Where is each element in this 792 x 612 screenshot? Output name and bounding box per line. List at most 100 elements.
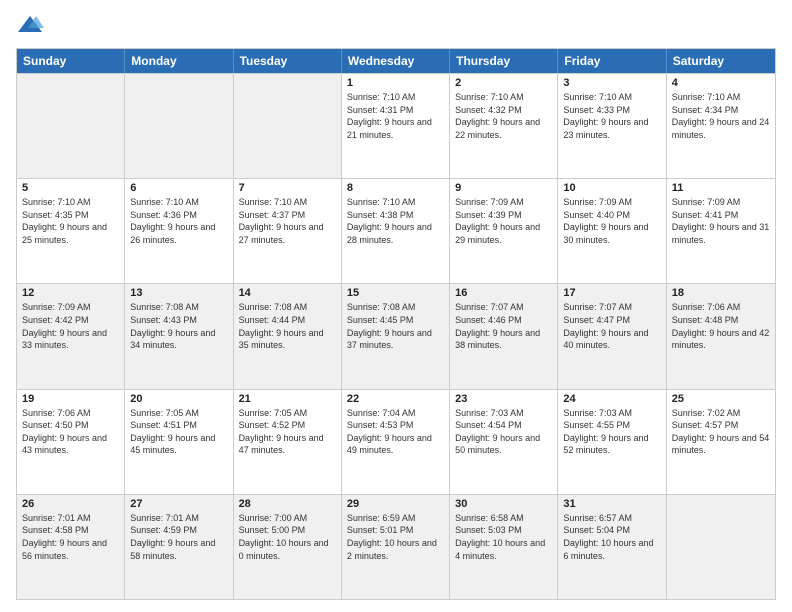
calendar-cell: 28 Sunrise: 7:00 AM Sunset: 5:00 PM Dayli… [234, 495, 342, 599]
cell-info: Sunrise: 7:09 AM Sunset: 4:40 PM Dayligh… [563, 196, 660, 246]
cell-info: Sunrise: 7:10 AM Sunset: 4:37 PM Dayligh… [239, 196, 336, 246]
cell-info: Sunrise: 7:10 AM Sunset: 4:38 PM Dayligh… [347, 196, 444, 246]
day-number: 29 [347, 498, 444, 510]
day-number: 1 [347, 77, 444, 89]
cell-info: Sunrise: 7:03 AM Sunset: 4:54 PM Dayligh… [455, 407, 552, 457]
day-number: 6 [130, 182, 227, 194]
cell-info: Sunrise: 7:10 AM Sunset: 4:35 PM Dayligh… [22, 196, 119, 246]
calendar-cell: 24Sunrise: 7:03 AM Sunset: 4:55 PM Dayli… [558, 390, 666, 494]
day-number: 21 [239, 393, 336, 405]
day-number: 24 [563, 393, 660, 405]
calendar-cell [125, 74, 233, 178]
cell-info: Sunrise: 7:09 AM Sunset: 4:39 PM Dayligh… [455, 196, 552, 246]
calendar-cell: 18 Sunrise: 7:06 AM Sunset: 4:48 PM Dayli… [667, 284, 775, 388]
calendar-cell: 19 Sunrise: 7:06 AM Sunset: 4:50 PM Dayli… [17, 390, 125, 494]
calendar-row: 19 Sunrise: 7:06 AM Sunset: 4:50 PM Dayli… [17, 389, 775, 494]
calendar-row: 26Sunrise: 7:01 AM Sunset: 4:58 PM Dayli… [17, 494, 775, 599]
header [16, 12, 776, 40]
day-number: 11 [672, 182, 770, 194]
day-number: 25 [672, 393, 770, 405]
day-number: 8 [347, 182, 444, 194]
day-number: 13 [130, 287, 227, 299]
calendar-cell: 13 Sunrise: 7:08 AM Sunset: 4:43 PM Dayli… [125, 284, 233, 388]
cell-info: Sunrise: 7:09 AM Sunset: 4:42 PM Dayligh… [22, 301, 119, 351]
weekday-header: Wednesday [342, 49, 450, 73]
cell-info: Sunrise: 7:06 AM Sunset: 4:50 PM Dayligh… [22, 407, 119, 457]
day-number: 2 [455, 77, 552, 89]
calendar-cell: 27 Sunrise: 7:01 AM Sunset: 4:59 PM Dayli… [125, 495, 233, 599]
day-number: 5 [22, 182, 119, 194]
calendar-cell: 1 Sunrise: 7:10 AM Sunset: 4:31 PM Daylig… [342, 74, 450, 178]
calendar-cell: 22Sunrise: 7:04 AM Sunset: 4:53 PM Dayli… [342, 390, 450, 494]
day-number: 16 [455, 287, 552, 299]
cell-info: Sunrise: 7:10 AM Sunset: 4:34 PM Dayligh… [672, 91, 770, 141]
cell-info: Sunrise: 7:10 AM Sunset: 4:31 PM Dayligh… [347, 91, 444, 141]
calendar-body: 1 Sunrise: 7:10 AM Sunset: 4:31 PM Daylig… [17, 73, 775, 599]
calendar-cell: 5 Sunrise: 7:10 AM Sunset: 4:35 PM Daylig… [17, 179, 125, 283]
cell-info: Sunrise: 7:08 AM Sunset: 4:45 PM Dayligh… [347, 301, 444, 351]
day-number: 9 [455, 182, 552, 194]
cell-info: Sunrise: 7:05 AM Sunset: 4:51 PM Dayligh… [130, 407, 227, 457]
calendar-cell: 14 Sunrise: 7:08 AM Sunset: 4:44 PM Dayli… [234, 284, 342, 388]
page: SundayMondayTuesdayWednesdayThursdayFrid… [0, 0, 792, 612]
day-number: 14 [239, 287, 336, 299]
weekday-header: Saturday [667, 49, 775, 73]
day-number: 17 [563, 287, 660, 299]
cell-info: Sunrise: 7:04 AM Sunset: 4:53 PM Dayligh… [347, 407, 444, 457]
cell-info: Sunrise: 7:06 AM Sunset: 4:48 PM Dayligh… [672, 301, 770, 351]
calendar-cell [17, 74, 125, 178]
calendar-cell: 17Sunrise: 7:07 AM Sunset: 4:47 PM Dayli… [558, 284, 666, 388]
logo [16, 12, 46, 40]
day-number: 10 [563, 182, 660, 194]
calendar: SundayMondayTuesdayWednesdayThursdayFrid… [16, 48, 776, 600]
calendar-cell [234, 74, 342, 178]
cell-info: Sunrise: 6:57 AM Sunset: 5:04 PM Dayligh… [563, 512, 660, 562]
cell-info: Sunrise: 7:08 AM Sunset: 4:44 PM Dayligh… [239, 301, 336, 351]
calendar-cell: 6 Sunrise: 7:10 AM Sunset: 4:36 PM Daylig… [125, 179, 233, 283]
cell-info: Sunrise: 7:00 AM Sunset: 5:00 PM Dayligh… [239, 512, 336, 562]
cell-info: Sunrise: 7:09 AM Sunset: 4:41 PM Dayligh… [672, 196, 770, 246]
day-number: 30 [455, 498, 552, 510]
calendar-cell: 20 Sunrise: 7:05 AM Sunset: 4:51 PM Dayli… [125, 390, 233, 494]
calendar-cell: 8 Sunrise: 7:10 AM Sunset: 4:38 PM Daylig… [342, 179, 450, 283]
calendar-cell: 29 Sunrise: 6:59 AM Sunset: 5:01 PM Dayli… [342, 495, 450, 599]
day-number: 19 [22, 393, 119, 405]
calendar-header: SundayMondayTuesdayWednesdayThursdayFrid… [17, 49, 775, 73]
calendar-cell: 7 Sunrise: 7:10 AM Sunset: 4:37 PM Daylig… [234, 179, 342, 283]
day-number: 3 [563, 77, 660, 89]
day-number: 27 [130, 498, 227, 510]
weekday-header: Friday [558, 49, 666, 73]
calendar-cell: 16Sunrise: 7:07 AM Sunset: 4:46 PM Dayli… [450, 284, 558, 388]
calendar-cell [667, 495, 775, 599]
weekday-header: Sunday [17, 49, 125, 73]
cell-info: Sunrise: 6:58 AM Sunset: 5:03 PM Dayligh… [455, 512, 552, 562]
cell-info: Sunrise: 7:01 AM Sunset: 4:59 PM Dayligh… [130, 512, 227, 562]
calendar-cell: 2 Sunrise: 7:10 AM Sunset: 4:32 PM Daylig… [450, 74, 558, 178]
weekday-header: Monday [125, 49, 233, 73]
calendar-cell: 15 Sunrise: 7:08 AM Sunset: 4:45 PM Dayli… [342, 284, 450, 388]
calendar-cell: 10 Sunrise: 7:09 AM Sunset: 4:40 PM Dayli… [558, 179, 666, 283]
cell-info: Sunrise: 7:10 AM Sunset: 4:32 PM Dayligh… [455, 91, 552, 141]
cell-info: Sunrise: 7:10 AM Sunset: 4:36 PM Dayligh… [130, 196, 227, 246]
day-number: 7 [239, 182, 336, 194]
logo-icon [16, 12, 44, 40]
day-number: 28 [239, 498, 336, 510]
cell-info: Sunrise: 7:10 AM Sunset: 4:33 PM Dayligh… [563, 91, 660, 141]
day-number: 26 [22, 498, 119, 510]
calendar-row: 5 Sunrise: 7:10 AM Sunset: 4:35 PM Daylig… [17, 178, 775, 283]
calendar-cell: 3 Sunrise: 7:10 AM Sunset: 4:33 PM Daylig… [558, 74, 666, 178]
cell-info: Sunrise: 7:05 AM Sunset: 4:52 PM Dayligh… [239, 407, 336, 457]
day-number: 23 [455, 393, 552, 405]
day-number: 15 [347, 287, 444, 299]
calendar-cell: 21 Sunrise: 7:05 AM Sunset: 4:52 PM Dayli… [234, 390, 342, 494]
day-number: 18 [672, 287, 770, 299]
day-number: 20 [130, 393, 227, 405]
calendar-cell: 25 Sunrise: 7:02 AM Sunset: 4:57 PM Dayli… [667, 390, 775, 494]
cell-info: Sunrise: 7:02 AM Sunset: 4:57 PM Dayligh… [672, 407, 770, 457]
calendar-cell: 4Sunrise: 7:10 AM Sunset: 4:34 PM Daylig… [667, 74, 775, 178]
weekday-header: Tuesday [234, 49, 342, 73]
cell-info: Sunrise: 6:59 AM Sunset: 5:01 PM Dayligh… [347, 512, 444, 562]
cell-info: Sunrise: 7:08 AM Sunset: 4:43 PM Dayligh… [130, 301, 227, 351]
calendar-cell: 30 Sunrise: 6:58 AM Sunset: 5:03 PM Dayli… [450, 495, 558, 599]
calendar-cell: 23 Sunrise: 7:03 AM Sunset: 4:54 PM Dayli… [450, 390, 558, 494]
